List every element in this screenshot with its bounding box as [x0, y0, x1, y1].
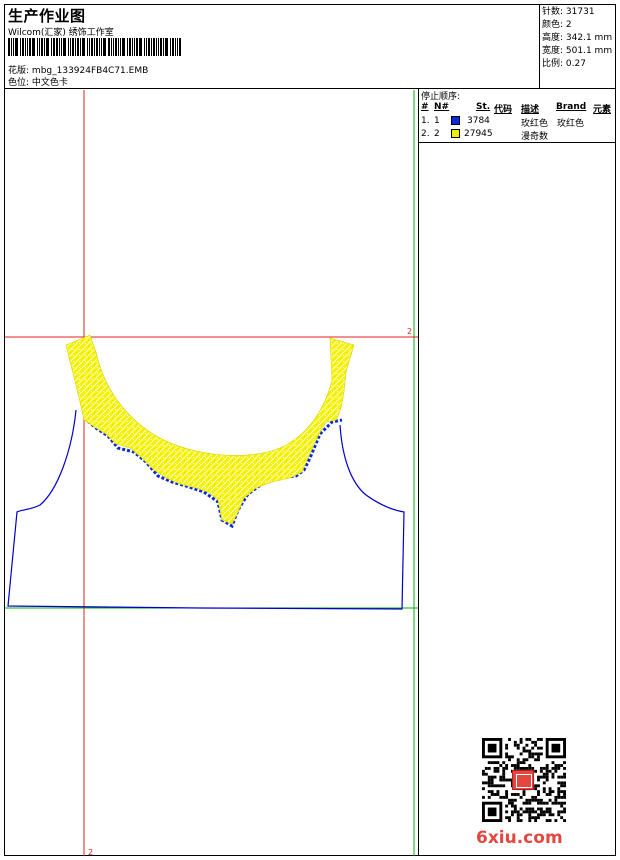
garment-outline [7, 409, 405, 610]
design-canvas: 2 2 [5, 90, 418, 857]
guide-label-bottom: 2 [88, 848, 93, 857]
guide-label-top: 2 [407, 327, 412, 336]
watermark-text: 6xiu.com [476, 828, 563, 848]
seal-stamp-icon [512, 770, 534, 790]
